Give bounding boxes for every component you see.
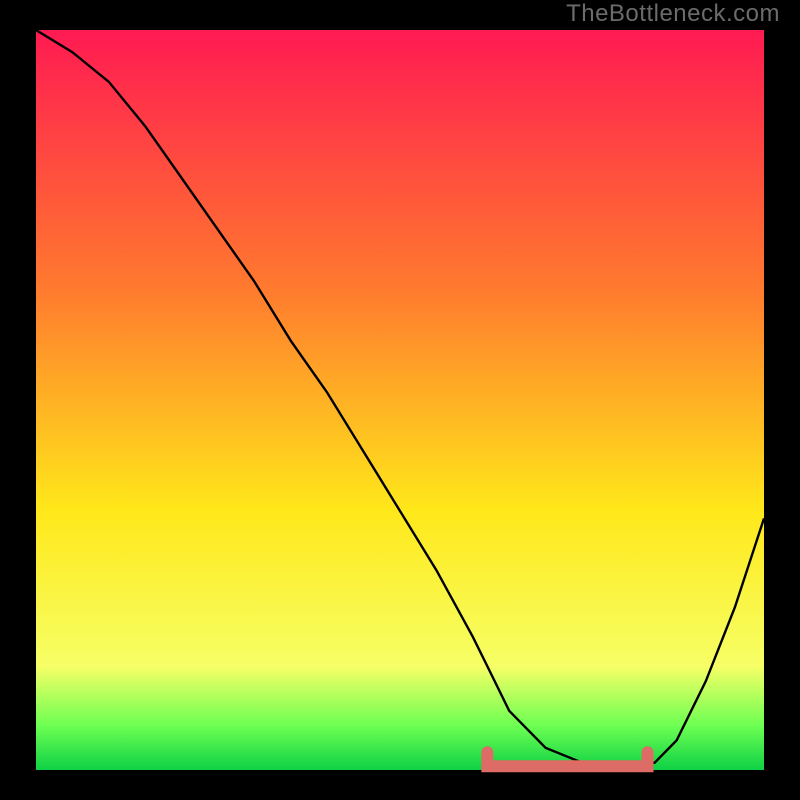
- gradient-background: [36, 30, 764, 770]
- bottleneck-chart: [0, 0, 800, 800]
- chart-frame: TheBottleneck.com: [0, 0, 800, 800]
